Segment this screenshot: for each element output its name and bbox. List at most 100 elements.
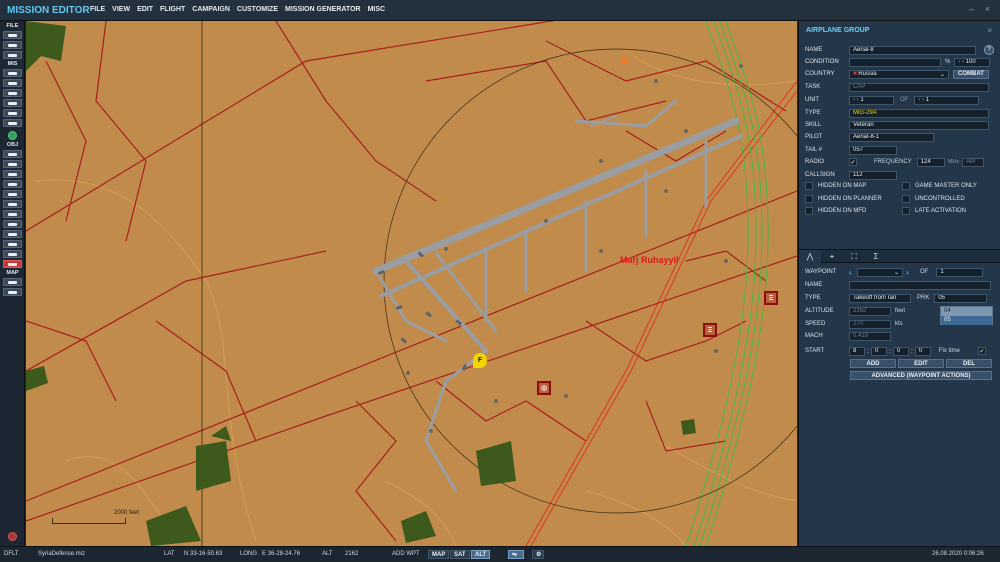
map-view-button[interactable]: MAP: [428, 550, 450, 559]
condition-slider[interactable]: [849, 57, 941, 67]
unit-field[interactable]: ‹ › 1: [849, 95, 894, 105]
save-file-icon[interactable]: [2, 51, 22, 59]
hidden-on-mfd-option[interactable]: HIDDEN ON MFD: [805, 207, 866, 215]
advanced-waypoint-actions-button[interactable]: ADVANCED (WAYPOINT ACTIONS): [850, 371, 992, 380]
speed-field[interactable]: 270: [849, 319, 891, 329]
start-hour-field[interactable]: 0: [870, 346, 887, 356]
globe-icon[interactable]: [7, 131, 17, 140]
map-layers-icon[interactable]: ⇋: [508, 550, 524, 559]
waypoint-select[interactable]: ⌄: [857, 267, 903, 277]
close-window-button[interactable]: ×: [985, 4, 990, 14]
pilot-field[interactable]: Aerial-8-1: [849, 132, 934, 142]
ship-icon[interactable]: [2, 170, 22, 178]
zone-icon[interactable]: [2, 210, 22, 218]
panel-close-icon[interactable]: ×: [987, 26, 992, 35]
prk-dropdown-list[interactable]: 04 05: [940, 306, 993, 325]
late-activation-option[interactable]: LATE ACTIVATION: [902, 207, 966, 215]
type-select[interactable]: MiG-29A: [849, 108, 989, 118]
open-file-icon[interactable]: [2, 41, 22, 49]
map-options-icon[interactable]: [2, 288, 22, 296]
start-day-field[interactable]: 8: [849, 346, 865, 356]
altitude-view-button[interactable]: ALT: [471, 550, 491, 559]
satellite-view-button[interactable]: SAT: [450, 550, 470, 559]
start-minute-field[interactable]: 0: [892, 346, 909, 356]
tab-route-icon[interactable]: ⋀: [799, 250, 821, 263]
menu-mission-generator[interactable]: MISSION GENERATOR: [285, 6, 361, 13]
help-icon[interactable]: ?: [984, 45, 994, 55]
shapes-icon[interactable]: [2, 250, 22, 258]
add-waypoint-button[interactable]: ADD: [850, 359, 896, 368]
static-object-icon[interactable]: [2, 190, 22, 198]
target-icon[interactable]: [2, 220, 22, 228]
hidden-on-planner-option[interactable]: HIDDEN ON PLANNER: [805, 195, 882, 203]
weather-icon[interactable]: [2, 79, 22, 87]
settings-gear-icon[interactable]: ⚙: [532, 550, 544, 559]
sam-site-marker-2[interactable]: Ξ: [703, 323, 717, 337]
tab-summary-icon[interactable]: Σ: [865, 250, 887, 263]
menu-customize[interactable]: CUSTOMIZE: [237, 6, 278, 13]
modulation-select[interactable]: AM: [961, 157, 984, 167]
helicopter-icon[interactable]: [2, 160, 22, 168]
fix-time-checkbox[interactable]: ✓: [977, 347, 986, 355]
link-icon[interactable]: [2, 240, 22, 248]
waypoint-prev-icon[interactable]: ‹: [849, 268, 857, 277]
unit-of-field[interactable]: ‹ › 1: [914, 95, 980, 105]
callsign-field[interactable]: 112: [849, 170, 897, 180]
hidden-on-planner-checkbox[interactable]: [805, 195, 813, 203]
combat-button[interactable]: COMBAT: [953, 69, 989, 79]
ruler-icon[interactable]: [2, 278, 22, 286]
hidden-on-map-option[interactable]: HIDDEN ON MAP: [805, 182, 866, 190]
sam-site-marker-1[interactable]: Ξ: [764, 291, 778, 305]
briefing-icon[interactable]: [2, 69, 22, 77]
tail-field[interactable]: 057: [849, 145, 897, 155]
tab-targets-icon[interactable]: ⌖: [821, 250, 843, 263]
uncontrolled-option[interactable]: UNCONTROLLED: [902, 195, 965, 203]
condition-field[interactable]: ‹ › 100: [954, 57, 991, 67]
edit-waypoint-button[interactable]: EDIT: [898, 359, 944, 368]
game-master-only-checkbox[interactable]: [902, 182, 910, 190]
waypoint-name-field[interactable]: [849, 280, 991, 290]
menu-view[interactable]: VIEW: [112, 6, 130, 13]
farp-icon[interactable]: [2, 230, 22, 238]
tab-payload-icon[interactable]: ⛶: [843, 250, 865, 263]
trigger-zone-icon[interactable]: [2, 99, 22, 107]
menu-edit[interactable]: EDIT: [137, 6, 153, 13]
menu-flight[interactable]: FLIGHT: [160, 6, 185, 13]
template-icon[interactable]: [2, 200, 22, 208]
waypoint-type-select[interactable]: Takeoff from ran: [849, 293, 911, 303]
plane-icon[interactable]: [2, 150, 22, 158]
radio-checkbox[interactable]: ✓: [849, 158, 857, 166]
flight-group-marker[interactable]: F: [473, 353, 487, 368]
ground-object-icon[interactable]: [2, 109, 22, 117]
prk-option[interactable]: 04: [941, 307, 992, 316]
add-waypoint-mode[interactable]: ADD WPT: [392, 551, 420, 557]
task-select[interactable]: CAP: [849, 82, 989, 92]
name-field[interactable]: Aerial-8: [849, 45, 976, 55]
waypoint-next-icon[interactable]: ›: [906, 268, 914, 277]
delete-icon[interactable]: [2, 260, 22, 268]
check-icon[interactable]: [2, 119, 22, 127]
sam-site-marker-3[interactable]: ◎: [537, 381, 551, 395]
prk-option-selected[interactable]: 05: [941, 316, 992, 325]
new-file-icon[interactable]: [2, 31, 22, 39]
skill-select[interactable]: Veteran: [849, 120, 989, 130]
country-select[interactable]: ■ Russia ⌄: [849, 69, 949, 79]
minimize-button[interactable]: –: [969, 4, 974, 14]
altitude-field[interactable]: 2162: [849, 306, 891, 316]
menu-file[interactable]: FILE: [90, 6, 105, 13]
frequency-field[interactable]: 124: [916, 157, 945, 167]
delete-waypoint-button[interactable]: DEL: [946, 359, 992, 368]
game-master-only-option[interactable]: GAME MASTER ONLY: [902, 182, 977, 190]
mach-field[interactable]: 0.418: [849, 331, 891, 341]
vehicle-icon[interactable]: [2, 180, 22, 188]
mission-map[interactable]: Marj Ruhayyil 2000 feet F Ξ Ξ ◎: [26, 21, 797, 546]
aircraft-icon[interactable]: [2, 89, 22, 97]
uncontrolled-checkbox[interactable]: [902, 195, 910, 203]
exit-icon[interactable]: [8, 532, 17, 541]
menu-campaign[interactable]: CAMPAIGN: [192, 6, 230, 13]
late-activation-checkbox[interactable]: [902, 207, 910, 215]
menu-misc[interactable]: MISC: [368, 6, 386, 13]
start-second-field[interactable]: 0: [914, 346, 931, 356]
hidden-on-map-checkbox[interactable]: [805, 182, 813, 190]
prk-select[interactable]: 05: [934, 293, 988, 303]
